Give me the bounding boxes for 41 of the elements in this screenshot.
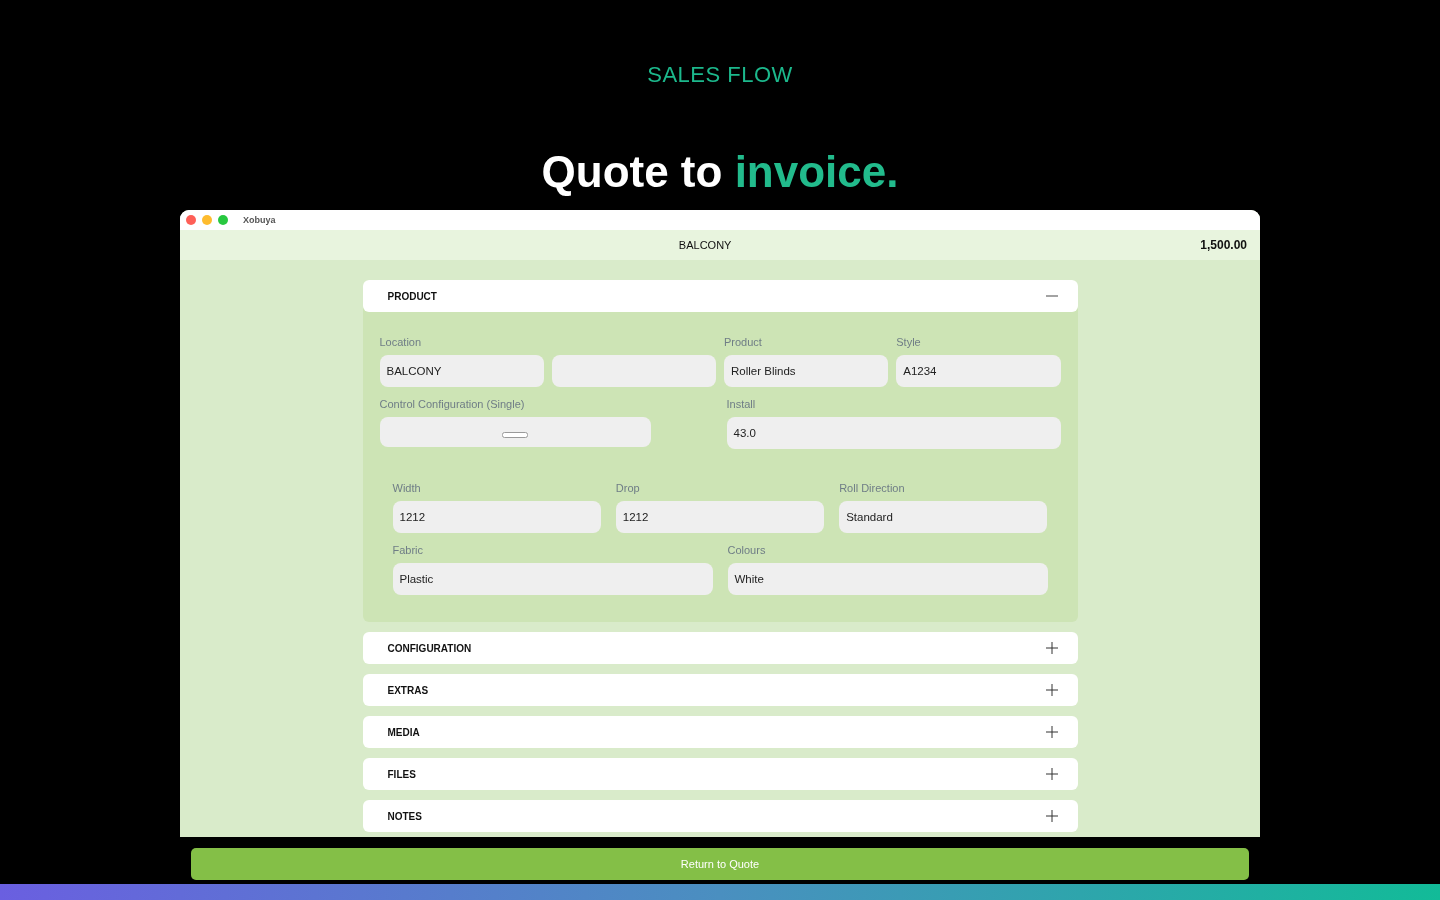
plus-icon [1045,684,1058,696]
close-icon[interactable] [186,215,196,225]
field-label: Product [724,336,762,349]
maximize-icon[interactable] [218,215,228,225]
text-field[interactable]: 1212 [615,501,825,533]
plus-icon [1045,810,1058,822]
text-field[interactable]: Roller Blinds [724,355,889,387]
field-label: Width [392,482,421,495]
text-field[interactable]: 1212 [392,501,601,533]
location-title: BALCONY [678,239,732,251]
section-header[interactable]: NOTES [362,800,1078,832]
plus-icon [1045,642,1058,654]
field-label: Control Configuration (Single) [379,398,525,411]
headline: Quote to invoice. [541,146,899,198]
text-field[interactable]: BALCONY [379,355,544,387]
plus-icon [1045,726,1058,738]
text-field[interactable]: Plastic [392,563,713,595]
field-label: Drop [615,482,640,495]
text-field[interactable] [551,355,716,387]
section-header[interactable]: PRODUCT [362,280,1078,312]
text-field[interactable]: A1234 [896,355,1061,387]
total-amount: 1,500.00 [1200,238,1247,252]
plus-icon [1045,768,1058,780]
field-label: Roll Direction [839,482,905,495]
field-label: Style [896,336,921,349]
section-header[interactable]: MEDIA [362,716,1078,748]
text-field[interactable]: White [727,563,1048,595]
eyebrow-label: SALES FLOW [647,62,793,88]
field-label: Location [379,336,422,349]
field-label: Install [726,398,756,411]
text-field[interactable]: Standard [839,501,1048,533]
minimize-icon[interactable] [202,215,212,225]
field-label: Colours [727,544,766,557]
section-header[interactable]: CONFIGURATION [362,632,1078,664]
select-field[interactable] [379,417,651,447]
section-header[interactable]: EXTRAS [362,674,1078,706]
section-header[interactable]: FILES [362,758,1078,790]
window-title: Xobuya [243,215,276,225]
field-label: Fabric [392,544,424,557]
pill-icon [502,432,528,438]
text-field[interactable]: 43.0 [726,417,1061,449]
